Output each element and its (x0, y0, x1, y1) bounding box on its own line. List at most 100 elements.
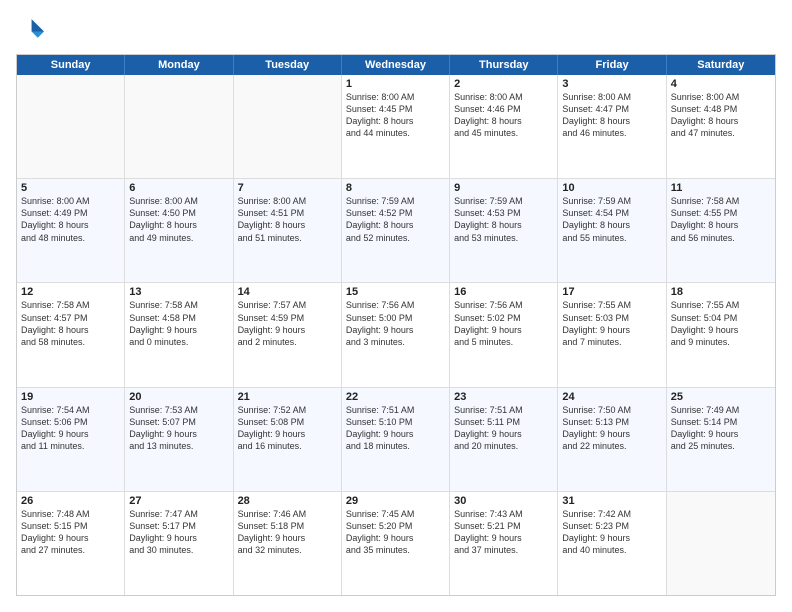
day-cell-14: 14Sunrise: 7:57 AM Sunset: 4:59 PM Dayli… (234, 283, 342, 386)
day-info: Sunrise: 7:56 AM Sunset: 5:00 PM Dayligh… (346, 299, 445, 348)
calendar-header: SundayMondayTuesdayWednesdayThursdayFrid… (17, 55, 775, 75)
day-cell-15: 15Sunrise: 7:56 AM Sunset: 5:00 PM Dayli… (342, 283, 450, 386)
day-cell-24: 24Sunrise: 7:50 AM Sunset: 5:13 PM Dayli… (558, 388, 666, 491)
empty-cell (234, 75, 342, 178)
day-number: 10 (562, 182, 661, 194)
day-cell-17: 17Sunrise: 7:55 AM Sunset: 5:03 PM Dayli… (558, 283, 666, 386)
day-cell-8: 8Sunrise: 7:59 AM Sunset: 4:52 PM Daylig… (342, 179, 450, 282)
header-day-monday: Monday (125, 55, 233, 75)
day-number: 19 (21, 391, 120, 403)
day-cell-28: 28Sunrise: 7:46 AM Sunset: 5:18 PM Dayli… (234, 492, 342, 595)
day-info: Sunrise: 8:00 AM Sunset: 4:47 PM Dayligh… (562, 91, 661, 140)
day-cell-25: 25Sunrise: 7:49 AM Sunset: 5:14 PM Dayli… (667, 388, 775, 491)
day-info: Sunrise: 7:45 AM Sunset: 5:20 PM Dayligh… (346, 508, 445, 557)
day-cell-19: 19Sunrise: 7:54 AM Sunset: 5:06 PM Dayli… (17, 388, 125, 491)
day-cell-23: 23Sunrise: 7:51 AM Sunset: 5:11 PM Dayli… (450, 388, 558, 491)
day-number: 21 (238, 391, 337, 403)
day-cell-21: 21Sunrise: 7:52 AM Sunset: 5:08 PM Dayli… (234, 388, 342, 491)
day-number: 2 (454, 78, 553, 90)
calendar-row-5: 26Sunrise: 7:48 AM Sunset: 5:15 PM Dayli… (17, 491, 775, 595)
day-cell-11: 11Sunrise: 7:58 AM Sunset: 4:55 PM Dayli… (667, 179, 775, 282)
calendar: SundayMondayTuesdayWednesdayThursdayFrid… (16, 54, 776, 596)
day-info: Sunrise: 7:57 AM Sunset: 4:59 PM Dayligh… (238, 299, 337, 348)
day-info: Sunrise: 7:43 AM Sunset: 5:21 PM Dayligh… (454, 508, 553, 557)
day-info: Sunrise: 7:58 AM Sunset: 4:58 PM Dayligh… (129, 299, 228, 348)
day-number: 17 (562, 286, 661, 298)
day-number: 15 (346, 286, 445, 298)
day-info: Sunrise: 7:47 AM Sunset: 5:17 PM Dayligh… (129, 508, 228, 557)
day-info: Sunrise: 7:58 AM Sunset: 4:57 PM Dayligh… (21, 299, 120, 348)
page: SundayMondayTuesdayWednesdayThursdayFrid… (0, 0, 792, 612)
day-info: Sunrise: 7:59 AM Sunset: 4:52 PM Dayligh… (346, 195, 445, 244)
logo-icon (16, 16, 44, 44)
day-info: Sunrise: 7:52 AM Sunset: 5:08 PM Dayligh… (238, 404, 337, 453)
day-cell-30: 30Sunrise: 7:43 AM Sunset: 5:21 PM Dayli… (450, 492, 558, 595)
day-number: 5 (21, 182, 120, 194)
empty-cell (667, 492, 775, 595)
day-number: 28 (238, 495, 337, 507)
day-number: 12 (21, 286, 120, 298)
day-info: Sunrise: 7:58 AM Sunset: 4:55 PM Dayligh… (671, 195, 771, 244)
day-number: 7 (238, 182, 337, 194)
day-cell-4: 4Sunrise: 8:00 AM Sunset: 4:48 PM Daylig… (667, 75, 775, 178)
header-day-thursday: Thursday (450, 55, 558, 75)
day-cell-6: 6Sunrise: 8:00 AM Sunset: 4:50 PM Daylig… (125, 179, 233, 282)
day-number: 1 (346, 78, 445, 90)
calendar-row-4: 19Sunrise: 7:54 AM Sunset: 5:06 PM Dayli… (17, 387, 775, 491)
day-number: 14 (238, 286, 337, 298)
day-number: 20 (129, 391, 228, 403)
day-info: Sunrise: 7:55 AM Sunset: 5:04 PM Dayligh… (671, 299, 771, 348)
day-cell-10: 10Sunrise: 7:59 AM Sunset: 4:54 PM Dayli… (558, 179, 666, 282)
day-number: 8 (346, 182, 445, 194)
header-day-wednesday: Wednesday (342, 55, 450, 75)
day-info: Sunrise: 7:59 AM Sunset: 4:54 PM Dayligh… (562, 195, 661, 244)
day-cell-13: 13Sunrise: 7:58 AM Sunset: 4:58 PM Dayli… (125, 283, 233, 386)
day-info: Sunrise: 8:00 AM Sunset: 4:49 PM Dayligh… (21, 195, 120, 244)
header (16, 16, 776, 44)
day-number: 23 (454, 391, 553, 403)
day-cell-3: 3Sunrise: 8:00 AM Sunset: 4:47 PM Daylig… (558, 75, 666, 178)
day-number: 31 (562, 495, 661, 507)
day-info: Sunrise: 7:42 AM Sunset: 5:23 PM Dayligh… (562, 508, 661, 557)
header-day-friday: Friday (558, 55, 666, 75)
day-number: 11 (671, 182, 771, 194)
day-number: 4 (671, 78, 771, 90)
empty-cell (125, 75, 233, 178)
day-cell-29: 29Sunrise: 7:45 AM Sunset: 5:20 PM Dayli… (342, 492, 450, 595)
calendar-row-2: 5Sunrise: 8:00 AM Sunset: 4:49 PM Daylig… (17, 178, 775, 282)
day-number: 30 (454, 495, 553, 507)
day-info: Sunrise: 7:53 AM Sunset: 5:07 PM Dayligh… (129, 404, 228, 453)
calendar-row-1: 1Sunrise: 8:00 AM Sunset: 4:45 PM Daylig… (17, 75, 775, 178)
day-cell-27: 27Sunrise: 7:47 AM Sunset: 5:17 PM Dayli… (125, 492, 233, 595)
day-cell-20: 20Sunrise: 7:53 AM Sunset: 5:07 PM Dayli… (125, 388, 233, 491)
day-info: Sunrise: 8:00 AM Sunset: 4:50 PM Dayligh… (129, 195, 228, 244)
header-day-sunday: Sunday (17, 55, 125, 75)
day-cell-1: 1Sunrise: 8:00 AM Sunset: 4:45 PM Daylig… (342, 75, 450, 178)
day-info: Sunrise: 7:56 AM Sunset: 5:02 PM Dayligh… (454, 299, 553, 348)
day-cell-18: 18Sunrise: 7:55 AM Sunset: 5:04 PM Dayli… (667, 283, 775, 386)
day-info: Sunrise: 7:54 AM Sunset: 5:06 PM Dayligh… (21, 404, 120, 453)
day-info: Sunrise: 8:00 AM Sunset: 4:45 PM Dayligh… (346, 91, 445, 140)
day-cell-22: 22Sunrise: 7:51 AM Sunset: 5:10 PM Dayli… (342, 388, 450, 491)
day-info: Sunrise: 7:48 AM Sunset: 5:15 PM Dayligh… (21, 508, 120, 557)
day-info: Sunrise: 8:00 AM Sunset: 4:46 PM Dayligh… (454, 91, 553, 140)
day-info: Sunrise: 7:59 AM Sunset: 4:53 PM Dayligh… (454, 195, 553, 244)
day-cell-2: 2Sunrise: 8:00 AM Sunset: 4:46 PM Daylig… (450, 75, 558, 178)
day-info: Sunrise: 7:55 AM Sunset: 5:03 PM Dayligh… (562, 299, 661, 348)
calendar-row-3: 12Sunrise: 7:58 AM Sunset: 4:57 PM Dayli… (17, 282, 775, 386)
day-cell-31: 31Sunrise: 7:42 AM Sunset: 5:23 PM Dayli… (558, 492, 666, 595)
day-number: 13 (129, 286, 228, 298)
day-number: 9 (454, 182, 553, 194)
day-number: 29 (346, 495, 445, 507)
day-number: 6 (129, 182, 228, 194)
day-cell-9: 9Sunrise: 7:59 AM Sunset: 4:53 PM Daylig… (450, 179, 558, 282)
day-cell-5: 5Sunrise: 8:00 AM Sunset: 4:49 PM Daylig… (17, 179, 125, 282)
day-number: 24 (562, 391, 661, 403)
logo (16, 16, 48, 44)
day-info: Sunrise: 8:00 AM Sunset: 4:51 PM Dayligh… (238, 195, 337, 244)
day-number: 3 (562, 78, 661, 90)
day-number: 27 (129, 495, 228, 507)
day-cell-12: 12Sunrise: 7:58 AM Sunset: 4:57 PM Dayli… (17, 283, 125, 386)
empty-cell (17, 75, 125, 178)
day-number: 25 (671, 391, 771, 403)
